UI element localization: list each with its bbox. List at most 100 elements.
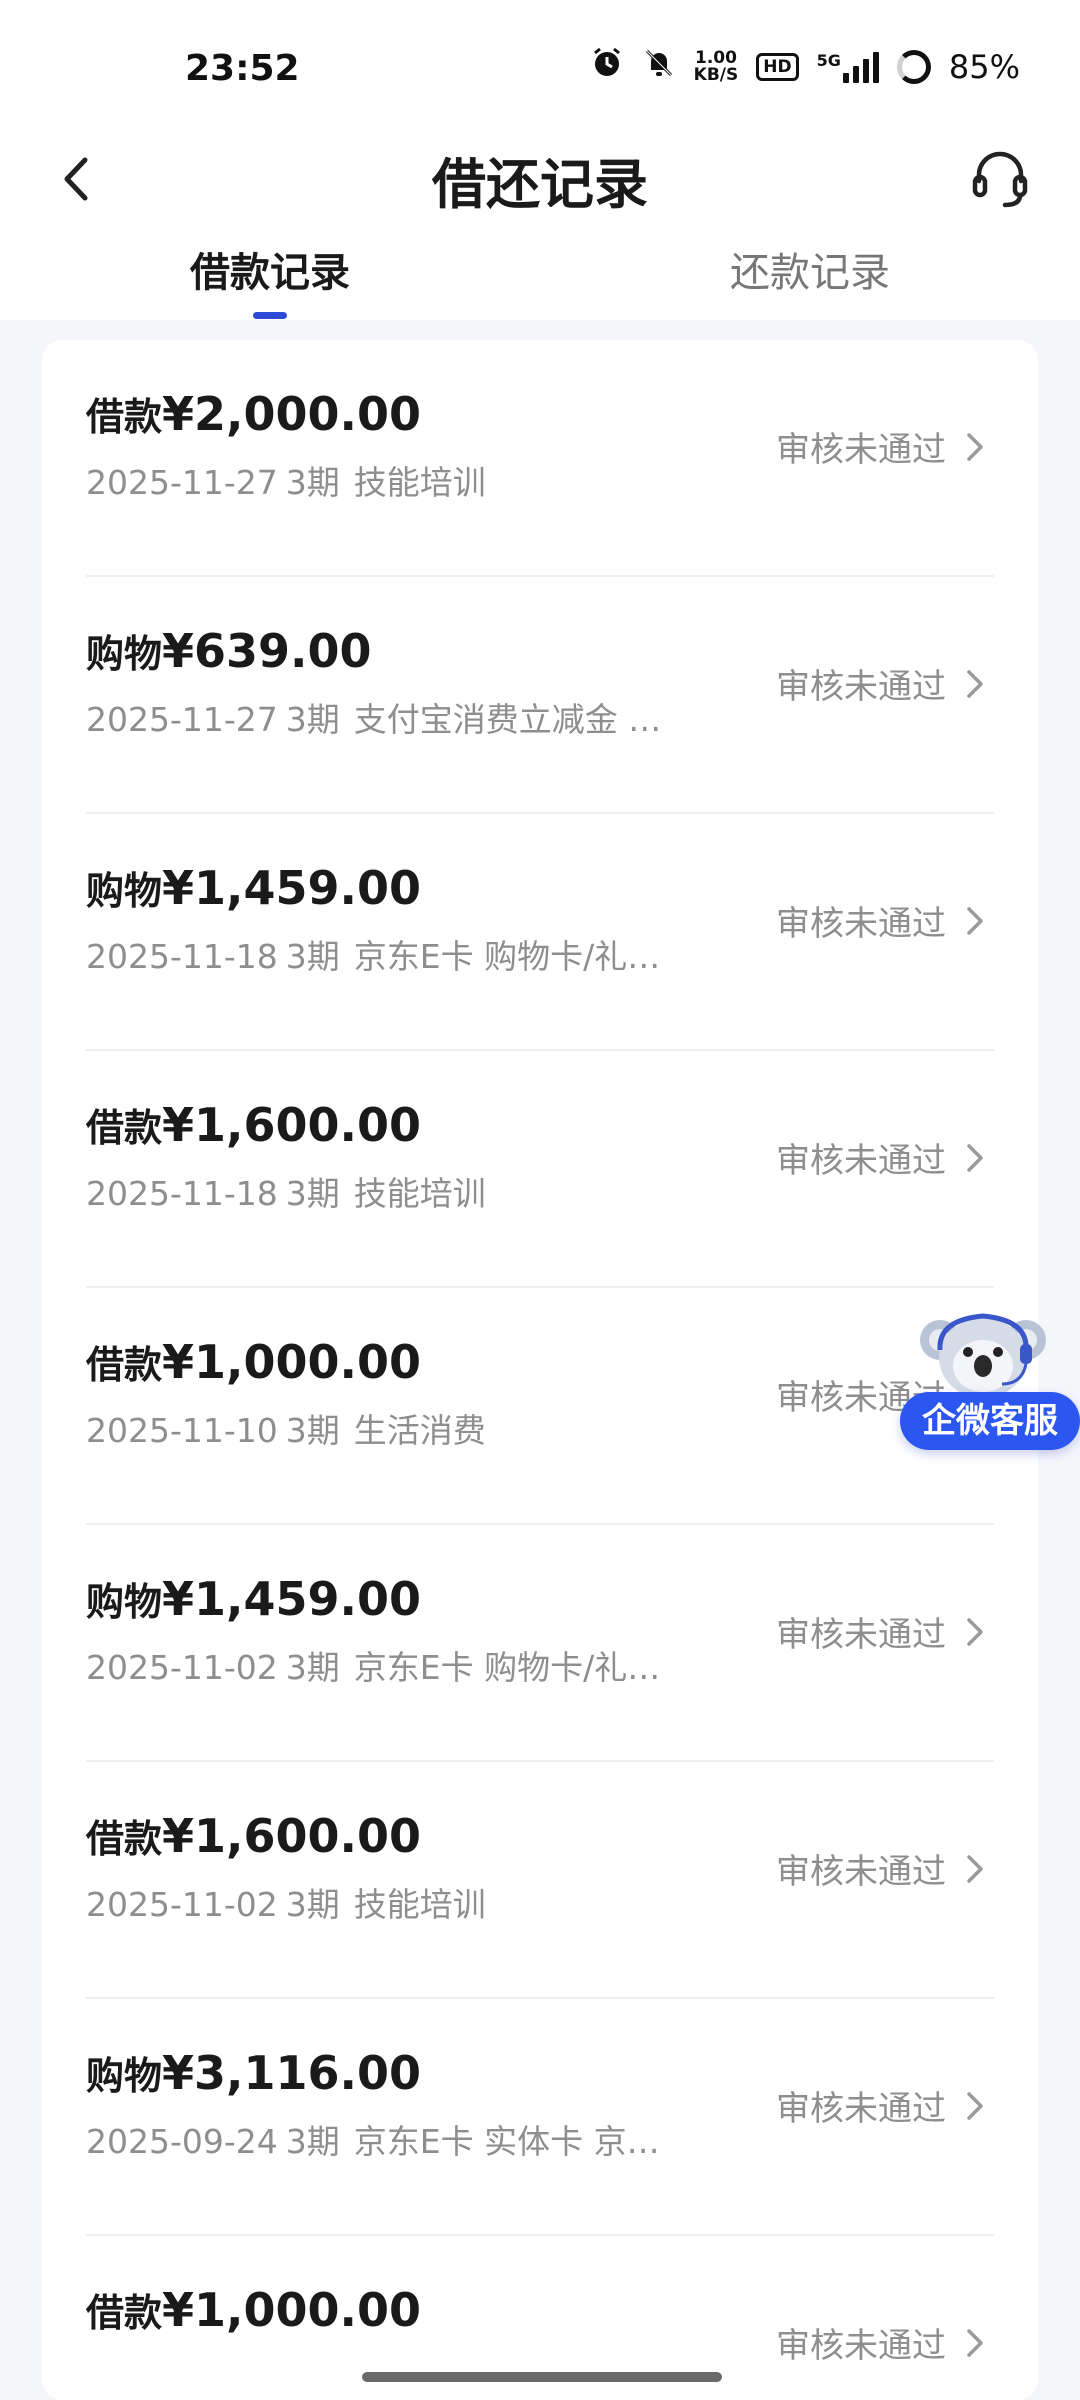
record-amount-line: 借款 ¥1,000.00 (86, 2282, 421, 2337)
record-date: 2025-11-02 (86, 1648, 278, 1687)
record-amount: ¥1,600.00 (162, 1098, 422, 1152)
record-purpose: 生活消费 (353, 1411, 486, 1450)
record-status-text: 审核未通过 (776, 2326, 946, 2366)
record-amount-line: 借款 ¥1,600.00 (86, 1808, 421, 1863)
customer-service-button[interactable] (960, 140, 1040, 220)
record-status-text: 审核未通过 (776, 1852, 946, 1892)
record-amount: ¥3,116.00 (162, 2046, 422, 2100)
header: 借还记录 (0, 130, 1080, 230)
record-periods: 3期 (285, 1411, 340, 1450)
record-status: 审核未通过 (776, 1133, 984, 1182)
tab-repay-records[interactable]: 还款记录 (660, 240, 960, 298)
record-periods: 3期 (285, 700, 340, 739)
record-status-text: 审核未通过 (776, 430, 946, 470)
wecom-service-float-button[interactable]: 企微客服 (900, 1300, 1080, 1460)
chevron-right-icon (967, 669, 983, 698)
record-date: 2025-09-24 (86, 2122, 278, 2161)
signal-icon (842, 51, 879, 83)
record-amount-line: 借款 ¥2,000.00 (86, 386, 421, 441)
record-periods: 3期 (285, 1885, 340, 1924)
status-icons: 1.00 KB/S HD 5G 85% (590, 46, 1020, 88)
active-tab-indicator (253, 312, 287, 319)
record-date: 2025-11-18 (86, 937, 278, 976)
record-type: 购物 (86, 1580, 163, 1624)
record-status: 审核未通过 (776, 659, 984, 708)
chevron-right-icon (967, 2328, 983, 2357)
chevron-right-icon (967, 2091, 983, 2120)
record-amount-line: 购物 ¥639.00 (86, 623, 372, 678)
record-purpose: 京东E卡 购物卡/礼品... (353, 937, 686, 976)
record-periods: 3期 (285, 1648, 340, 1687)
home-indicator[interactable] (362, 2372, 722, 2382)
record-type: 借款 (86, 1343, 163, 1387)
record-amount-line: 购物 ¥3,116.00 (86, 2045, 421, 2100)
network-speed: 1.00 KB/S (694, 50, 739, 84)
record-amount-line: 借款 ¥1,000.00 (86, 1334, 421, 1389)
record-row[interactable]: 借款 ¥2,000.00 2025-11-27 3期 技能培训 审核未通过 (86, 340, 994, 577)
record-status: 审核未通过 (776, 896, 984, 945)
record-status: 审核未通过 (776, 2318, 984, 2367)
record-status-text: 审核未通过 (776, 2089, 946, 2129)
record-amount-line: 购物 ¥1,459.00 (86, 1571, 421, 1626)
record-row[interactable]: 购物 ¥639.00 2025-11-27 3期 支付宝消费立减金 消... 审核未… (86, 577, 994, 814)
record-amount: ¥1,600.00 (162, 1809, 422, 1863)
status-bar: 23:52 1.00 KB/S HD 5G 85% (0, 0, 1080, 130)
record-purpose: 支付宝消费立减金 消... (353, 700, 686, 739)
record-status-text: 审核未通过 (776, 904, 946, 944)
record-meta: 2025-11-02 3期 技能培训 (86, 1878, 686, 1926)
record-meta: 2025-11-02 3期 京东E卡 购物卡/礼品... (86, 1641, 686, 1689)
record-amount-line: 购物 ¥1,459.00 (86, 860, 421, 915)
record-purpose: 京东E卡 购物卡/礼品... (353, 1648, 686, 1687)
battery-level: 85% (948, 48, 1020, 86)
wecom-service-label: 企微客服 (900, 1392, 1080, 1450)
record-status-text: 审核未通过 (776, 1615, 946, 1655)
record-periods: 3期 (285, 463, 340, 502)
record-periods: 3期 (285, 937, 340, 976)
signal-group: 5G (817, 51, 879, 83)
alarm-icon (590, 46, 624, 88)
record-date: 2025-11-27 (86, 463, 278, 502)
record-date: 2025-11-02 (86, 1885, 278, 1924)
record-status-text: 审核未通过 (776, 667, 946, 707)
record-status: 审核未通过 (776, 2081, 984, 2130)
record-type: 借款 (86, 395, 163, 439)
tab-borrow-records[interactable]: 借款记录 (120, 240, 420, 298)
record-date: 2025-11-10 (86, 1411, 278, 1450)
record-purpose: 京东E卡 实体卡 京东... (353, 2122, 686, 2161)
chevron-right-icon (967, 432, 983, 461)
chevron-right-icon (967, 1854, 983, 1883)
status-time: 23:52 (185, 48, 300, 89)
record-status: 审核未通过 (776, 422, 984, 471)
page-title: 借还记录 (432, 153, 648, 216)
battery-icon (896, 50, 931, 84)
record-meta: 2025-11-10 3期 生活消费 (86, 1404, 686, 1452)
record-amount: ¥1,000.00 (162, 1335, 422, 1389)
chevron-right-icon (967, 1617, 983, 1646)
record-row[interactable]: 购物 ¥1,459.00 2025-11-02 3期 京东E卡 购物卡/礼品... … (86, 1525, 994, 1762)
record-amount: ¥639.00 (162, 624, 372, 678)
record-date: 2025-11-27 (86, 700, 278, 739)
record-type: 购物 (86, 632, 163, 676)
record-type: 借款 (86, 2291, 163, 2335)
mute-bell-icon (642, 46, 676, 88)
hd-badge: HD (756, 53, 799, 81)
headset-icon (972, 151, 1028, 208)
record-row[interactable]: 借款 ¥1,600.00 2025-11-18 3期 技能培训 审核未通过 (86, 1051, 994, 1288)
record-amount-line: 借款 ¥1,600.00 (86, 1097, 421, 1152)
record-meta: 2025-11-27 3期 技能培训 (86, 456, 686, 504)
record-periods: 3期 (285, 2122, 340, 2161)
record-purpose: 技能培训 (353, 1174, 486, 1213)
record-type: 借款 (86, 1817, 163, 1861)
record-status: 审核未通过 (776, 1844, 984, 1893)
record-row[interactable]: 借款 ¥1,000.00 2025-11-10 3期 生活消费 审核未通过 (86, 1288, 994, 1525)
record-amount: ¥2,000.00 (162, 387, 422, 441)
record-row[interactable]: 购物 ¥1,459.00 2025-11-18 3期 京东E卡 购物卡/礼品... … (86, 814, 994, 1051)
record-type: 购物 (86, 869, 163, 913)
record-row[interactable]: 购物 ¥3,116.00 2025-09-24 3期 京东E卡 实体卡 京东... … (86, 1999, 994, 2236)
speed-unit: KB/S (693, 65, 739, 85)
record-meta: 2025-09-24 3期 京东E卡 实体卡 京东... (86, 2115, 686, 2163)
record-status-text: 审核未通过 (776, 1141, 946, 1181)
record-row[interactable]: 借款 ¥1,600.00 2025-11-02 3期 技能培训 审核未通过 (86, 1762, 994, 1999)
record-purpose: 技能培训 (353, 1885, 486, 1924)
record-status: 审核未通过 (776, 1607, 984, 1656)
